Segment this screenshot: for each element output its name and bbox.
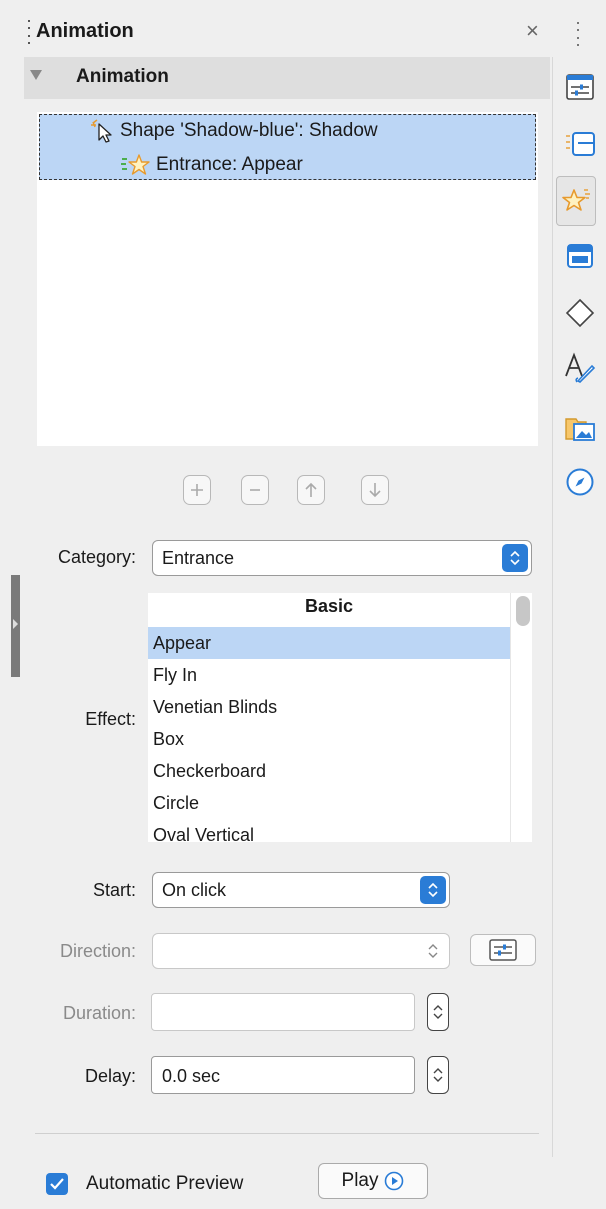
panel-drag-handle[interactable] [26,20,32,44]
start-value: On click [162,880,227,900]
star-entrance-icon [121,154,150,175]
properties-icon [566,74,594,100]
duration-spinner[interactable] [427,993,449,1031]
automatic-preview-label: Automatic Preview [86,1173,244,1194]
close-panel-button[interactable]: × [526,18,539,44]
tab-gallery[interactable] [561,409,599,447]
move-up-icon [305,482,317,497]
effect-label: Effect: [85,709,136,729]
dropdown-spin-icon [420,876,446,904]
add-effect-icon [191,484,203,496]
spin-arrows-icon [433,1068,443,1082]
category-label: Category: [57,547,136,567]
category-dropdown[interactable]: Entrance [152,540,532,576]
tab-master-slides[interactable] [561,237,599,275]
cursor-click-icon [91,119,112,143]
delay-value: 0.0 sec [162,1066,221,1086]
section-title: Animation [76,66,169,87]
list-item-label: Entrance: Appear [156,154,303,175]
play-button[interactable]: Play [318,1163,428,1199]
direction-label: Direction: [59,941,136,961]
separator [35,1133,539,1134]
play-icon [385,1171,404,1191]
tab-styles[interactable] [561,349,599,387]
effect-scrollbar[interactable] [510,593,532,842]
tab-shapes[interactable] [561,294,599,332]
list-item-effect[interactable]: Entrance: Appear [120,152,303,178]
effect-list[interactable]: Basic Appear Fly In Venetian Blinds Box … [148,593,532,842]
tabbar-divider [552,57,553,1157]
navigator-icon [566,468,594,496]
styles-icon [565,352,596,383]
slide-transition-icon [566,132,595,156]
duration-field[interactable] [151,993,415,1031]
add-effect-button[interactable] [183,475,211,505]
shapes-icon [565,298,595,328]
move-up-button[interactable] [297,475,325,505]
list-item-label: Shape 'Shadow-blue': Shadow [120,120,378,141]
collapse-sidebar-handle[interactable] [11,575,20,677]
remove-effect-icon [250,489,260,491]
move-down-button[interactable] [361,475,389,505]
delay-field[interactable]: 0.0 sec [151,1056,415,1094]
check-icon [50,1178,64,1190]
direction-dropdown[interactable] [152,933,450,969]
automatic-preview-checkbox[interactable] [46,1173,68,1195]
tab-navigator[interactable] [561,463,599,501]
effect-item[interactable]: Appear [148,627,510,659]
delay-label: Delay: [84,1066,136,1086]
effect-item[interactable]: Venetian Blinds [148,691,510,723]
tab-slide-transition[interactable] [561,125,599,163]
dropdown-spin-icon [420,937,446,965]
list-item-shape[interactable]: Shape 'Shadow-blue': Shadow [88,118,378,144]
panel-title: Animation [36,20,134,42]
remove-effect-button[interactable] [241,475,269,505]
options-sliders-icon [489,939,517,961]
sidebar-drag-handle[interactable] [575,22,581,46]
effect-item[interactable]: Box [148,723,510,755]
spin-arrows-icon [433,1005,443,1019]
effect-item[interactable]: Checkerboard [148,755,510,787]
effect-item[interactable]: Circle [148,787,510,819]
move-down-icon [369,483,381,498]
start-label: Start: [92,880,136,900]
effect-item[interactable]: Fly In [148,659,510,691]
effect-options-button[interactable] [470,934,536,966]
effect-scroll-thumb[interactable] [516,596,530,626]
effect-group-header: Basic [304,596,354,616]
delay-spinner[interactable] [427,1056,449,1094]
dropdown-spin-icon [502,544,528,572]
category-value: Entrance [162,548,235,568]
effect-item[interactable]: Oval Vertical [148,819,510,842]
tab-properties[interactable] [561,68,599,106]
collapse-arrow-icon[interactable] [30,70,42,80]
master-slides-icon [567,244,593,268]
animation-icon [562,189,590,211]
duration-label: Duration: [62,1003,136,1023]
tab-animation[interactable] [556,176,596,226]
start-dropdown[interactable]: On click [152,872,450,908]
play-label: Play [341,1170,379,1191]
gallery-icon [565,418,595,441]
